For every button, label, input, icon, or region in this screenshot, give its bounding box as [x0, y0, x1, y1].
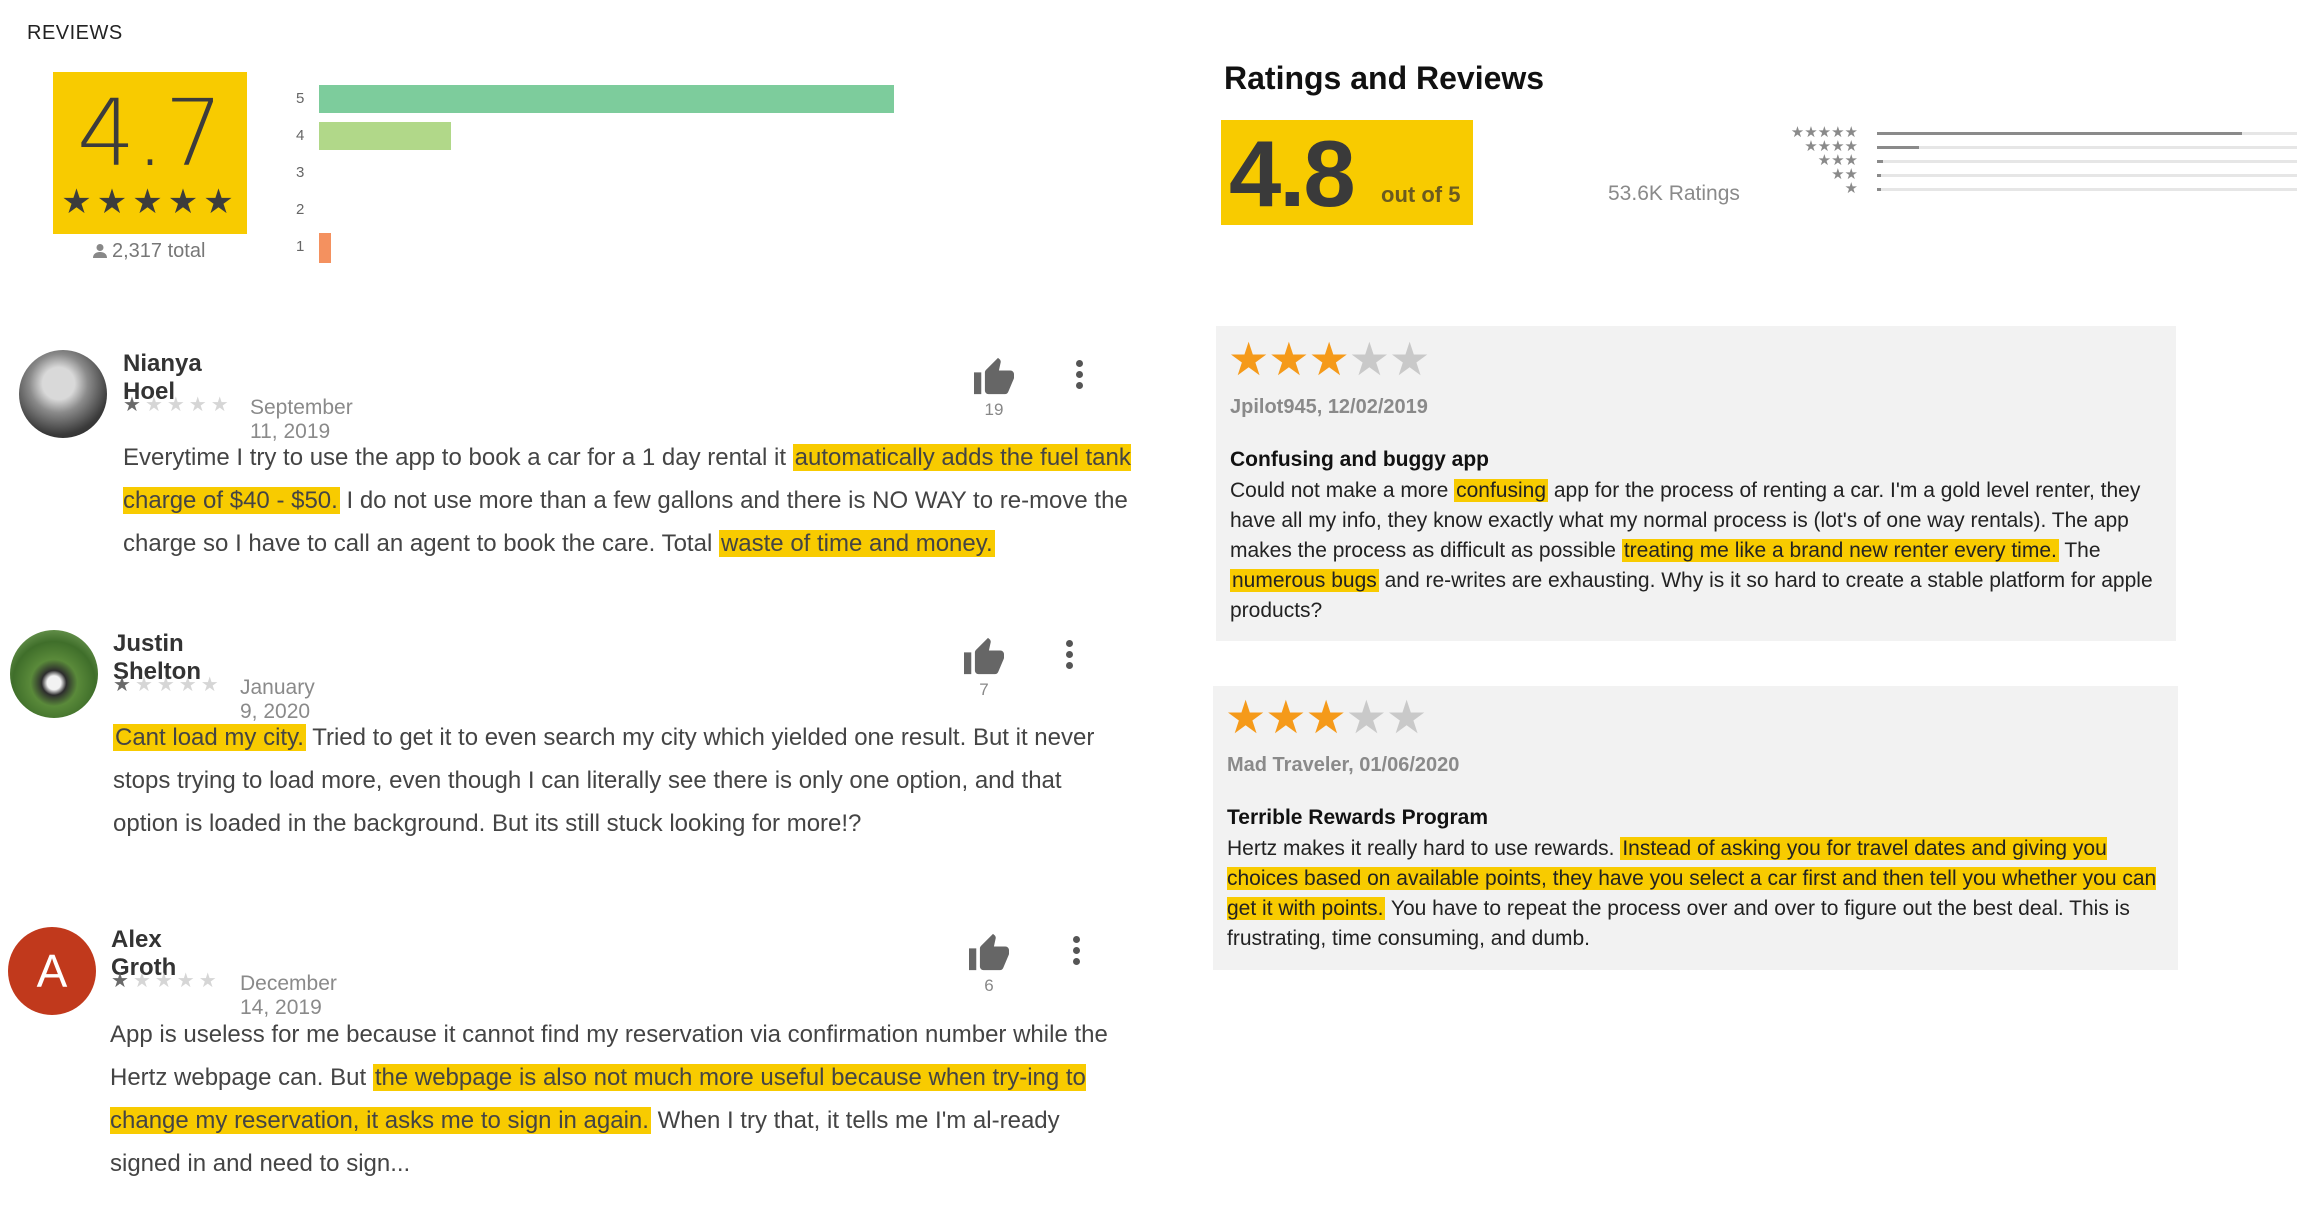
rating-bar: [319, 122, 452, 150]
histogram-stars: ★: [1844, 180, 1858, 197]
total-ratings: 2,317 total: [92, 240, 205, 263]
bar-label: 3: [296, 164, 305, 181]
thumbs-up-icon[interactable]: [966, 932, 1012, 972]
rating-bar: [319, 233, 331, 263]
bar-label: 1: [296, 238, 305, 255]
review-text: Everytime I try to use the app to book a…: [123, 436, 1133, 565]
ratings-reviews-title: Ratings and Reviews: [1224, 60, 1545, 96]
reviews-heading: REVIEWS: [27, 22, 123, 44]
histogram-fill: [1877, 188, 1881, 191]
highlighted-phrase: confusing: [1454, 479, 1549, 502]
histogram-fill: [1877, 132, 2243, 135]
bar-label: 2: [296, 201, 305, 218]
more-options-icon[interactable]: [1074, 360, 1084, 392]
bar-label: 4: [296, 127, 305, 144]
review-stars: ★★★★★: [123, 394, 233, 416]
review-stars: ★★★★★: [113, 674, 223, 696]
review-text: Could not make a more confusing app for …: [1230, 476, 2160, 626]
thumbs-up-icon[interactable]: [961, 636, 1007, 676]
bar-label: 5: [296, 90, 305, 107]
person-icon: [93, 244, 107, 258]
review-text: Cant load my city. Tried to get it to ev…: [113, 716, 1123, 845]
rating-bar: [319, 85, 894, 113]
text-segment: Could not make a more: [1230, 479, 1455, 502]
histogram-fill: [1877, 146, 1919, 149]
average-score: 4.8: [1229, 121, 1356, 226]
reviewer-avatar: [10, 630, 98, 718]
histogram-fill: [1877, 160, 1884, 163]
total-ratings-text: 2,317 total: [112, 240, 206, 262]
average-score-box: 4.7 ★★★★★: [53, 72, 247, 234]
text-segment: The: [2058, 539, 2101, 562]
ratings-count: 53.6K Ratings: [1608, 182, 1740, 205]
review-card: ★★★★★ Jpilot945, 12/02/2019 Confusing an…: [1216, 326, 2176, 641]
review-author-date: Mad Traveler, 01/06/2020: [1227, 754, 1460, 776]
review-stars: ★★★★★: [111, 970, 221, 992]
review-card: ★★★★★ Mad Traveler, 01/06/2020 Terrible …: [1213, 686, 2178, 970]
reviewer-avatar: A: [8, 927, 96, 1015]
avatar-letter: A: [36, 945, 68, 997]
average-score-box: 4.8 out of 5: [1221, 120, 1473, 226]
review-text: App is useless for me because it cannot …: [110, 1013, 1120, 1185]
review-title: Confusing and buggy app: [1230, 448, 1489, 471]
highlighted-phrase: Cant load my city.: [113, 724, 306, 751]
histogram-track: [1877, 174, 2297, 177]
review-stars: ★★★★★: [1228, 333, 1430, 385]
like-count: 7: [979, 680, 989, 699]
highlighted-phrase: treating me like a brand new renter ever…: [1621, 539, 2059, 562]
thumbs-up-icon[interactable]: [971, 356, 1017, 396]
histogram-fill: [1877, 174, 1881, 177]
like-count: 6: [984, 976, 994, 995]
review-title: Terrible Rewards Program: [1227, 806, 1489, 829]
highlighted-phrase: waste of time and money.: [718, 530, 995, 557]
review-stars: ★★★★★: [1225, 691, 1427, 743]
histogram-track: [1877, 160, 2297, 163]
average-score-stars: ★★★★★: [61, 183, 239, 221]
review-text: Hertz makes it really hard to use reward…: [1227, 834, 2162, 954]
highlighted-phrase: numerous bugs: [1230, 569, 1379, 592]
review-author-date: Jpilot945, 12/02/2019: [1230, 396, 1428, 418]
histogram-track: [1877, 146, 2297, 149]
histogram-track: [1877, 132, 2297, 135]
text-segment: Everytime I try to use the app to book a…: [123, 444, 793, 471]
out-of-label: out of 5: [1381, 182, 1461, 207]
reviewer-avatar: [19, 350, 107, 438]
average-score: 4.7: [76, 80, 224, 187]
text-segment: Hertz makes it really hard to use reward…: [1227, 837, 1621, 860]
more-options-icon[interactable]: [1064, 640, 1074, 672]
like-count: 19: [984, 400, 1004, 419]
more-options-icon[interactable]: [1071, 936, 1081, 968]
histogram-track: [1877, 188, 2297, 191]
